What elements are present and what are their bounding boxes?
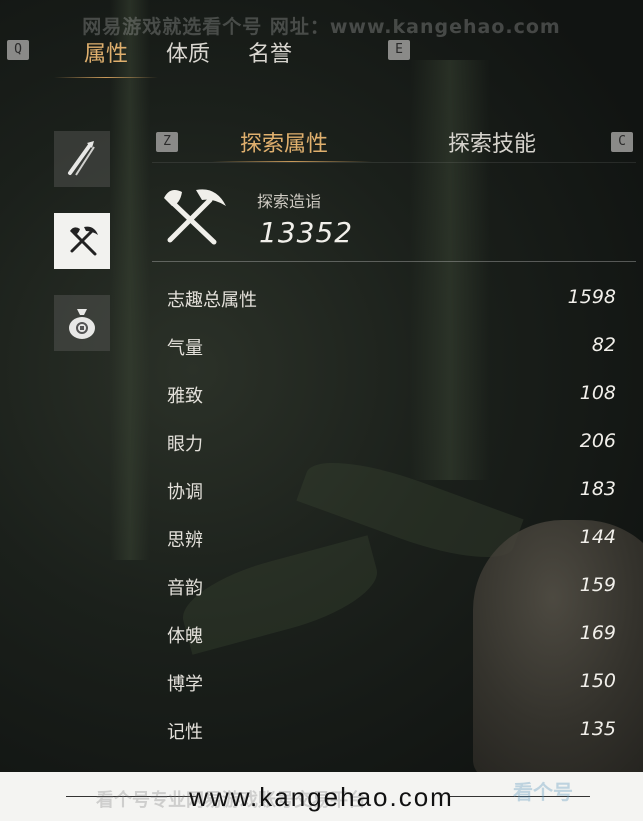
stat-row: 气量 82 (152, 324, 624, 372)
sub-tab-divider (152, 162, 636, 163)
tab-reputation[interactable]: 名誉 (248, 36, 292, 68)
explore-summary: 探索造诣 13352 (160, 182, 630, 262)
stat-list: 志趣总属性 1598 气量 82 雅致 108 眼力 206 协调 183 思辨… (152, 276, 624, 756)
stat-value: 169 (579, 622, 616, 644)
side-nav-explore[interactable] (54, 213, 110, 269)
explore-mastery-value: 13352 (259, 216, 354, 249)
stat-value: 159 (579, 574, 616, 596)
stat-row: 体魄 169 (152, 612, 624, 660)
stat-value: 108 (579, 382, 616, 404)
watermark-top: 网易游戏就选看个号 网址：www.kangehao.com (82, 16, 561, 38)
money-bag-icon (69, 309, 95, 339)
key-hint-next-tab[interactable]: E (388, 40, 410, 60)
stat-row: 音韵 159 (152, 564, 624, 612)
stat-value: 183 (579, 478, 616, 500)
stat-value: 150 (579, 670, 616, 692)
stat-value: 144 (579, 526, 616, 548)
stat-name: 思辨 (167, 530, 203, 551)
stat-value: 82 (591, 334, 616, 356)
tab-explore-attributes[interactable]: 探索属性 (240, 126, 328, 158)
stat-name: 气量 (167, 338, 203, 359)
stat-name: 体魄 (167, 626, 203, 647)
stat-value: 206 (579, 430, 616, 452)
background-bamboo (110, 0, 150, 560)
tab-constitution[interactable]: 体质 (166, 36, 210, 68)
stat-name: 雅致 (167, 386, 203, 407)
stat-row: 记性 135 (152, 708, 624, 756)
stat-name: 记性 (167, 722, 203, 743)
stat-row: 协调 183 (152, 468, 624, 516)
tab-explore-skills[interactable]: 探索技能 (448, 126, 536, 158)
stat-name: 协调 (167, 482, 203, 503)
side-nav-combat[interactable] (54, 131, 110, 187)
tab-attributes[interactable]: 属性 (53, 36, 159, 78)
stat-row: 思辨 144 (152, 516, 624, 564)
side-nav-wealth[interactable] (54, 295, 110, 351)
footer-watermark-bar: 看个号专业网易游戏账号交易平台 www.kangehao.com 看个号 (0, 772, 643, 821)
footer-logo: 看个号 (513, 780, 573, 804)
sword-brush-icon (68, 141, 95, 176)
stat-value: 1598 (567, 286, 616, 308)
stat-row: 眼力 206 (152, 420, 624, 468)
stat-value: 135 (579, 718, 616, 740)
key-hint-prev-tab[interactable]: Q (7, 40, 29, 60)
stat-row: 博学 150 (152, 660, 624, 708)
explore-mastery-label: 探索造诣 (257, 192, 322, 211)
header-divider (152, 261, 636, 262)
shovel-pickaxe-icon (164, 189, 226, 245)
active-tab-underline (212, 161, 372, 162)
stat-row: 志趣总属性 1598 (152, 276, 624, 324)
stat-name: 博学 (167, 674, 203, 695)
stat-row: 雅致 108 (152, 372, 624, 420)
stat-name: 音韵 (167, 578, 203, 599)
shovel-pickaxe-icon (70, 226, 98, 256)
top-tab-bar: 属性 体质 名誉 (53, 36, 330, 78)
stat-name: 志趣总属性 (167, 290, 257, 311)
sub-tab-bar: 探索属性 探索技能 (152, 124, 636, 164)
stat-name: 眼力 (167, 434, 203, 455)
